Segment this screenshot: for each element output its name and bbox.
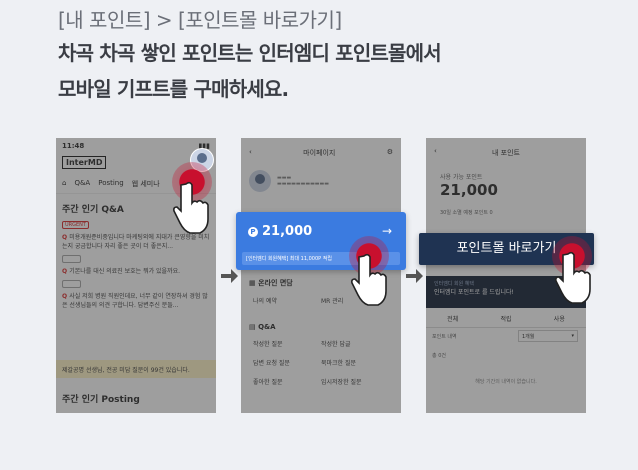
history-count: 총 0건 <box>432 353 446 359</box>
mypage-title: 마이페이지 <box>303 149 336 157</box>
profile-name: ▬▬▬ ▬▬▬▬▬▬▬▬▬▬▬ <box>277 175 329 187</box>
home-icon[interactable]: ⌂ <box>62 179 66 189</box>
chevron-down-icon: ▾ <box>571 333 574 339</box>
menu-my-reservation[interactable]: 나의 예약 <box>253 296 321 305</box>
document-icon: ▤ <box>249 323 259 331</box>
pointer-hand-icon <box>555 251 591 304</box>
history-label: 포인트 내역 <box>432 334 457 340</box>
pointer-hand-icon <box>173 181 209 234</box>
arrow-right-icon <box>406 269 423 283</box>
menu-item[interactable]: 답변 요청 질문 <box>253 358 321 367</box>
tab-earn[interactable]: 적립 <box>500 314 511 323</box>
points-title: 내 포인트 <box>492 149 520 157</box>
qa-item[interactable]: Q 사실 저희 병원 직원인데요, 너무 같이 연장하셔 경험 많은 선생님들의… <box>56 290 216 312</box>
header: [내 포인트] > [포인트몰 바로가기] 차곡 차곡 쌓인 포인트는 인터엠디… <box>58 6 442 106</box>
menu-item[interactable]: 임시저장한 질문 <box>321 377 389 386</box>
profile-row: ▬▬▬ ▬▬▬▬▬▬▬▬▬▬▬ <box>241 168 401 194</box>
available-points-label: 사용 가능 포인트 <box>440 174 483 181</box>
menu-item[interactable]: 작성한 답글 <box>321 339 389 348</box>
arrow-right-icon: → <box>381 224 392 238</box>
urgent-tag: URGENT <box>62 221 89 229</box>
back-icon[interactable]: ‹ <box>434 147 437 155</box>
avatar <box>249 170 271 192</box>
point-coin-icon: P <box>248 226 258 237</box>
points-topbar: ‹ 내 포인트 <box>426 138 586 168</box>
breadcrumb: [내 포인트] > [포인트몰 바로가기] <box>58 8 342 32</box>
category-tag <box>62 280 81 288</box>
status-time: 11:48 <box>62 142 85 150</box>
notice-banner[interactable]: 제갈공명 선생님, 전공 미답 질문이 99건 있습니다. <box>56 360 216 378</box>
category-tag <box>62 255 81 263</box>
qa-menu: 작성한 질문 작성한 답글 답변 요청 질문 북마크한 질문 좋아한 질문 임시… <box>241 337 401 388</box>
mypage-topbar: ‹ 마이페이지 ⚙ <box>241 138 401 168</box>
menu-item[interactable]: 북마크한 질문 <box>321 358 389 367</box>
available-points-value: 21,000 <box>440 181 498 199</box>
menu-item[interactable]: 작성한 질문 <box>253 339 321 348</box>
pointer-hand-icon <box>351 253 387 306</box>
menu-item[interactable]: 좋아한 질문 <box>253 377 321 386</box>
tab-all[interactable]: 전체 <box>447 314 458 323</box>
calendar-icon: ▦ <box>249 279 259 287</box>
status-bar: 11:48 ▮▮▮ <box>56 138 216 150</box>
nav-webinar[interactable]: 웹 세미나 <box>132 179 160 189</box>
tab-use[interactable]: 사용 <box>554 314 565 323</box>
period-select[interactable]: 1개월 ▾ <box>518 330 578 342</box>
section-title-posting: 주간 인기 Posting <box>62 395 140 405</box>
back-icon[interactable]: ‹ <box>249 148 252 158</box>
points-tabs: 전체 적립 사용 <box>426 310 586 328</box>
qa-item[interactable]: Q 기본나를 대신 의료진 보호는 뭐가 있을까요. <box>56 265 216 278</box>
headline-line-2: 모바일 기프트를 구매하세요. <box>58 77 289 101</box>
empty-message: 해당 기간의 내역이 없습니다. <box>475 379 537 385</box>
points-value: P 21,000 <box>248 224 312 239</box>
nav-qa[interactable]: Q&A <box>74 179 90 189</box>
nav-posting[interactable]: Posting <box>98 179 123 189</box>
expire-points: 30일 소멸 예정 포인트 0 <box>440 210 493 216</box>
section-qa: ▤ Q&A <box>249 323 276 331</box>
app-logo: InterMD <box>62 156 107 169</box>
gear-icon[interactable]: ⚙ <box>387 148 393 158</box>
headline-line-1: 차곡 차곡 쌓인 포인트는 인터엠디 포인트몰에서 <box>58 41 442 65</box>
